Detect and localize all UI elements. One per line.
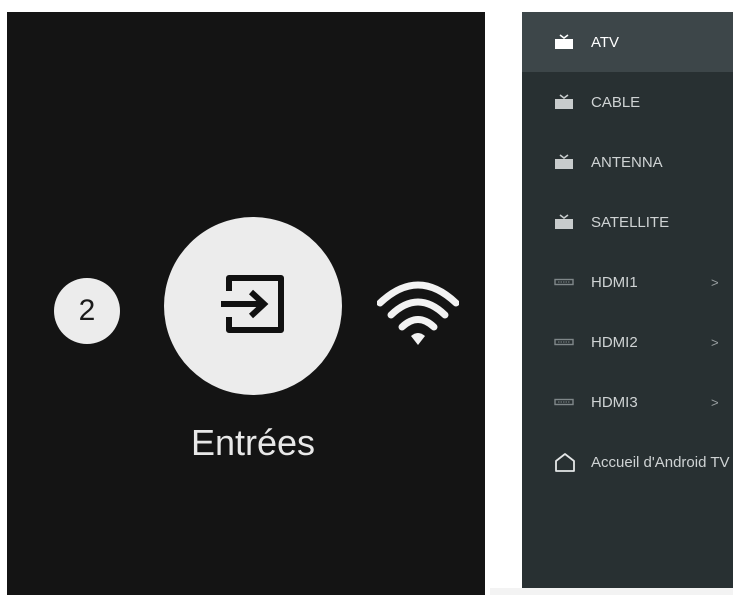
tv-icon	[554, 33, 576, 51]
input-item-label: ATV	[591, 33, 620, 51]
submenu-arrow: >	[711, 274, 719, 290]
input-item-hdmi2[interactable]: HDMI2 >	[522, 312, 733, 372]
inputs-side-panel: ATV CABLE ANTENNA SATELLITE HDMI1 > HDMI…	[522, 12, 733, 595]
input-item-hdmi3[interactable]: HDMI3 >	[522, 372, 733, 432]
tv-icon	[554, 153, 576, 171]
inputs-label: Entrées	[190, 422, 316, 463]
home-icon	[554, 453, 576, 472]
wifi-button[interactable]	[376, 275, 460, 354]
launcher-panel: 2 Entrées	[7, 12, 485, 595]
hdmi-icon	[554, 273, 576, 291]
submenu-arrow: >	[711, 334, 719, 350]
input-item-label: Accueil d'Android TV	[591, 453, 730, 471]
screen: 2 Entrées ATV CABLE ANTENNA SATELLITE HD…	[0, 0, 733, 595]
input-item-cable[interactable]: CABLE	[522, 72, 733, 132]
input-icon	[215, 269, 291, 344]
input-item-hdmi1[interactable]: HDMI1 >	[522, 252, 733, 312]
hdmi-icon	[554, 393, 576, 411]
input-item-label: HDMI3	[591, 393, 638, 411]
submenu-arrow: >	[711, 394, 719, 410]
input-item-label: HDMI1	[591, 273, 638, 291]
input-item-label: HDMI2	[591, 333, 638, 351]
tv-icon	[554, 213, 576, 231]
tv-icon	[554, 93, 576, 111]
hdmi-icon	[554, 333, 576, 351]
inputs-button[interactable]	[164, 217, 342, 395]
notification-count-badge[interactable]: 2	[54, 278, 120, 344]
input-item-satellite[interactable]: SATELLITE	[522, 192, 733, 252]
input-item-label: CABLE	[591, 93, 641, 111]
bottom-divider	[490, 588, 733, 595]
input-item-antenna[interactable]: ANTENNA	[522, 132, 733, 192]
input-item-atv[interactable]: ATV	[522, 12, 733, 72]
input-item-label: ANTENNA	[591, 153, 663, 171]
input-item-android-tv-home[interactable]: Accueil d'Android TV	[522, 432, 733, 492]
input-item-label: SATELLITE	[591, 213, 670, 231]
wifi-icon	[376, 275, 460, 354]
